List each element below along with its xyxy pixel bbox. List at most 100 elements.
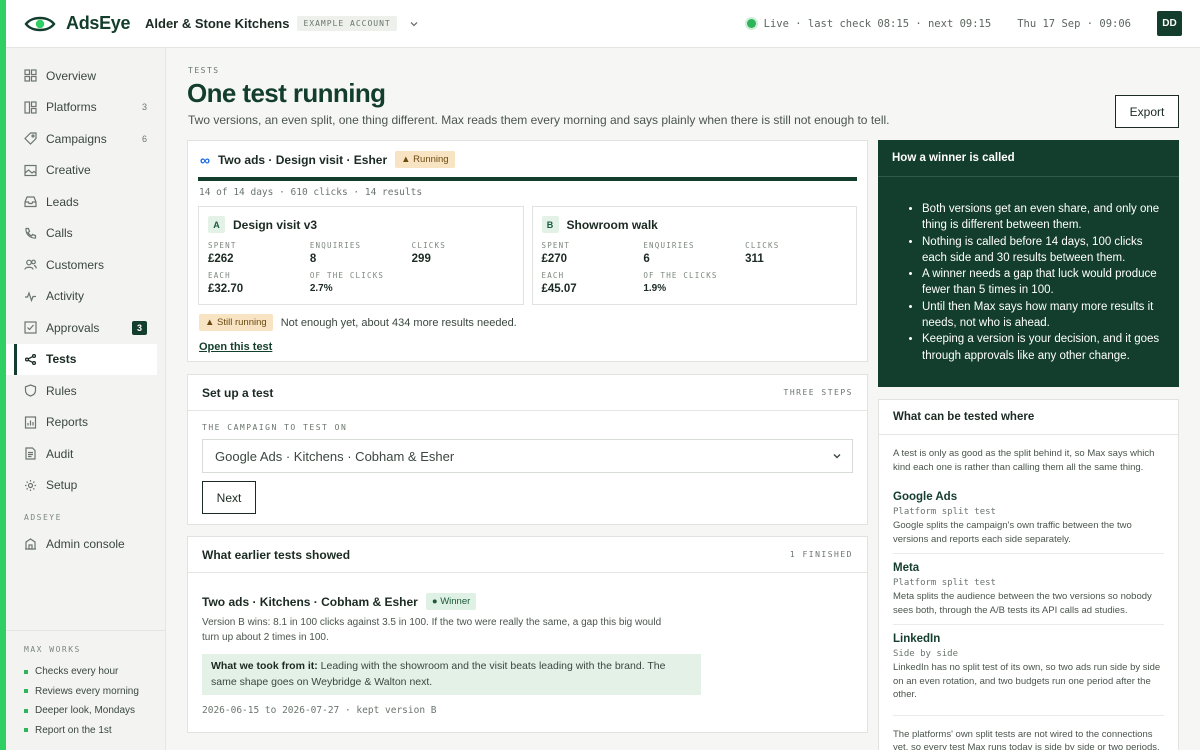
- takeaway-label: What we took from it:: [211, 660, 318, 672]
- sidebar-item-admin-console[interactable]: Admin console: [6, 528, 165, 560]
- winner-rule-item: A winner needs a gap that luck would pro…: [922, 266, 1165, 299]
- setup-test-card: Set up a test THREE STEPS THE CAMPAIGN T…: [187, 374, 868, 525]
- stat-spent: £270: [541, 253, 568, 265]
- sidebar-item-label: Campaigns: [46, 131, 107, 146]
- running-test-title: Two ads · Design visit · Esher: [217, 152, 388, 167]
- max-works-label: MAX WORKS: [24, 645, 81, 654]
- current-datetime: Thu 17 Sep · 09:06: [1017, 17, 1131, 30]
- sidebar-item-label: Activity: [46, 289, 85, 304]
- platform-name: LinkedIn: [893, 633, 941, 645]
- earlier-test-dates: 2026-06-15 to 2026-07-27 · kept version …: [202, 705, 437, 716]
- check-square-icon: [24, 321, 37, 334]
- live-status-text: Live · last check 08:15 · next 09:15: [763, 17, 992, 30]
- account-switcher[interactable]: Alder & Stone Kitchens EXAMPLE ACCOUNT: [145, 16, 419, 31]
- logo[interactable]: AdsEye: [6, 13, 145, 34]
- live-dot-icon: [746, 19, 756, 28]
- stat-clicks: 311: [745, 253, 764, 265]
- tested-where-title: What can be tested where: [879, 400, 1178, 435]
- sidebar-item-platforms[interactable]: Platforms 3: [6, 92, 165, 124]
- stat-enquiries: 6: [643, 253, 650, 265]
- top-bar: AdsEye Alder & Stone Kitchens EXAMPLE AC…: [6, 0, 1200, 48]
- image-icon: [24, 164, 37, 177]
- platform-test-kind: Side by side: [893, 649, 959, 659]
- variant-letter: B: [541, 216, 559, 233]
- sidebar-item-approvals[interactable]: Approvals 3: [6, 312, 165, 344]
- document-icon: [24, 447, 37, 460]
- platform-desc: LinkedIn has no split test of its own, s…: [893, 662, 1161, 700]
- variant-a-card: A Design visit v3 SPENT £262 ENQUIRIES 8 CL…: [198, 206, 524, 305]
- sidebar-item-label: Leads: [46, 194, 79, 209]
- sidebar-item-activity[interactable]: Activity: [6, 281, 165, 313]
- building-icon: [24, 537, 37, 550]
- page-title: One test running: [187, 78, 386, 108]
- winner-rules-list: Both versions get an even share, and onl…: [878, 177, 1179, 364]
- variant-b-card: B Showroom walk SPENT £270 ENQUIRIES 6 CLIC…: [531, 206, 857, 305]
- earlier-title: What earlier tests showed: [202, 547, 351, 562]
- earlier-test-result: Version B wins: 8.1 in 100 clicks agains…: [202, 617, 662, 643]
- sidebar-item-label: Admin console: [46, 536, 125, 551]
- sidebar-item-tests[interactable]: Tests: [6, 343, 157, 375]
- brand-name: AdsEye: [66, 13, 131, 33]
- running-status-badge: ▲ Running: [395, 151, 455, 168]
- setup-title: Set up a test: [202, 385, 274, 400]
- earlier-test-title: Two ads · Kitchens · Cobham & Esher: [202, 594, 418, 609]
- open-test-link[interactable]: Open this test: [199, 341, 272, 353]
- sidebar-item-label: Audit: [46, 446, 74, 461]
- sidebar-item-campaigns[interactable]: Campaigns 6: [6, 123, 165, 155]
- campaign-select-value: Google Ads · Kitchens · Cobham & Esher: [215, 448, 455, 464]
- sidebar-item-label: Setup: [46, 478, 78, 493]
- sidebar-item-label: Reports: [46, 415, 89, 430]
- running-test-stats: 14 of 14 days · 610 clicks · 14 results: [199, 187, 423, 198]
- tested-where-intro: A test is only as good as the split behi…: [893, 448, 1155, 473]
- max-works-item: Checks every hour: [6, 662, 165, 682]
- phone-icon: [24, 227, 37, 240]
- stat-spent: £262: [208, 253, 234, 265]
- next-button[interactable]: Next: [202, 481, 256, 514]
- sidebar-item-reports[interactable]: Reports: [6, 407, 165, 439]
- sidebar-item-creative[interactable]: Creative: [6, 155, 165, 187]
- sidebar-item-leads[interactable]: Leads: [6, 186, 165, 218]
- sidebar-item-rules[interactable]: Rules: [6, 375, 165, 407]
- winner-rules-title: How a winner is called: [878, 140, 1179, 177]
- eye-logo-icon: [24, 16, 56, 31]
- sidebar-item-label: Rules: [46, 383, 77, 398]
- shield-icon: [24, 384, 37, 397]
- stat-enquiries: 8: [309, 253, 317, 265]
- platform-name: Google Ads: [893, 491, 958, 503]
- platform-test-kind: Platform split test: [893, 507, 996, 517]
- max-works-item: Deeper look, Mondays: [6, 701, 165, 721]
- still-running-badge: ▲ Still running: [199, 314, 273, 331]
- chevron-down-icon: [833, 454, 841, 459]
- stat-label: CLICKS: [745, 241, 780, 250]
- export-button[interactable]: Export: [1115, 95, 1179, 128]
- finished-count-tag: 1 FINISHED: [789, 550, 853, 559]
- platform-test-kind: Platform split test: [893, 578, 996, 588]
- platform-desc: Google splits the campaign's own traffic…: [893, 520, 1132, 545]
- winner-rule-item: Until then Max says how many more result…: [922, 299, 1165, 332]
- inbox-icon: [24, 195, 37, 208]
- stat-click-share: 1.9%: [643, 283, 667, 294]
- sidebar-item-label: Calls: [46, 226, 73, 241]
- user-avatar[interactable]: DD: [1157, 11, 1182, 36]
- winner-rules-card: How a winner is called Both versions get…: [878, 140, 1179, 387]
- sidebar-item-label: Overview: [46, 68, 97, 83]
- stat-label: ENQUIRIES: [309, 241, 362, 250]
- stat-label: CLICKS: [411, 241, 446, 250]
- sidebar-item-customers[interactable]: Customers: [6, 249, 165, 281]
- stat-label: OF THE CLICKS: [309, 271, 385, 280]
- variant-name: Showroom walk: [566, 217, 658, 232]
- campaign-select[interactable]: Google Ads · Kitchens · Cobham & Esher: [202, 439, 853, 473]
- sidebar-item-calls[interactable]: Calls: [6, 218, 165, 250]
- sidebar-item-audit[interactable]: Audit: [6, 438, 165, 470]
- page-subtitle: Two versions, an even split, one thing d…: [188, 113, 890, 127]
- sidebar-item-overview[interactable]: Overview: [6, 60, 165, 92]
- approvals-badge: 3: [131, 320, 147, 335]
- gear-icon: [24, 479, 37, 492]
- pulse-icon: [24, 290, 37, 303]
- tested-where-card: What can be tested where A test is only …: [878, 399, 1179, 750]
- sidebar-item-count: 6: [141, 133, 147, 144]
- platform-meta: Meta Platform split test Meta splits the…: [893, 554, 1164, 625]
- sidebar: Overview Platforms 3 Campaigns 6 Creativ…: [6, 48, 166, 750]
- sidebar-item-setup[interactable]: Setup: [6, 470, 165, 502]
- bullet-icon: [24, 669, 28, 674]
